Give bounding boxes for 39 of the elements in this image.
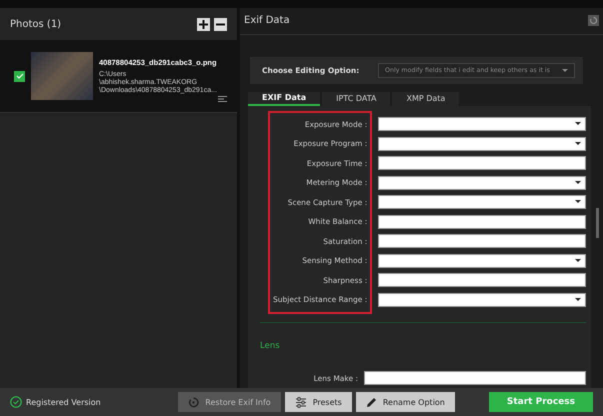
input-field[interactable] bbox=[378, 214, 586, 229]
refresh-icon[interactable] bbox=[588, 15, 599, 26]
input-field[interactable] bbox=[378, 156, 586, 170]
pencil-icon bbox=[366, 396, 377, 408]
input-field[interactable] bbox=[378, 234, 586, 248]
caret-icon bbox=[575, 258, 581, 262]
scrollbar[interactable] bbox=[596, 208, 599, 238]
dropdown-field[interactable] bbox=[378, 117, 586, 132]
plus-icon[interactable] bbox=[197, 18, 210, 30]
restore-icon bbox=[188, 396, 200, 408]
checkbox[interactable] bbox=[14, 70, 25, 82]
dropdown-field[interactable] bbox=[378, 176, 586, 190]
section-heading: Lens bbox=[260, 340, 281, 350]
caret-icon bbox=[575, 298, 581, 301]
tab[interactable]: XMP Data bbox=[392, 92, 460, 106]
dropdown-field[interactable] bbox=[378, 292, 586, 307]
caret-icon bbox=[562, 68, 568, 72]
status-text: Registered Version bbox=[26, 398, 101, 406]
panel-title: Photos (1) bbox=[10, 18, 62, 30]
sliders-icon bbox=[294, 396, 307, 408]
caret-icon bbox=[575, 142, 581, 145]
restore-button[interactable]: Restore Exif Info bbox=[178, 392, 281, 412]
dropdown-field[interactable] bbox=[378, 254, 586, 268]
check-circle-icon bbox=[10, 396, 22, 408]
photo-placeholder bbox=[31, 52, 93, 100]
input-field[interactable] bbox=[364, 371, 586, 386]
dropdown-field[interactable] bbox=[378, 136, 586, 151]
caret-icon bbox=[575, 200, 581, 204]
input-field[interactable] bbox=[378, 273, 586, 288]
dropdown-field[interactable] bbox=[378, 195, 586, 210]
tab[interactable]: EXIF Data bbox=[248, 92, 320, 106]
caret-icon bbox=[575, 180, 581, 184]
caret-icon bbox=[575, 122, 581, 126]
tab[interactable]: IPTC DATA bbox=[322, 92, 390, 106]
lines-icon[interactable] bbox=[218, 96, 227, 102]
minus-icon[interactable] bbox=[214, 18, 227, 30]
rename-button[interactable]: Rename Option bbox=[356, 392, 455, 412]
presets-button[interactable]: Presets bbox=[284, 392, 352, 412]
panel-title: Exif Data bbox=[244, 15, 290, 26]
